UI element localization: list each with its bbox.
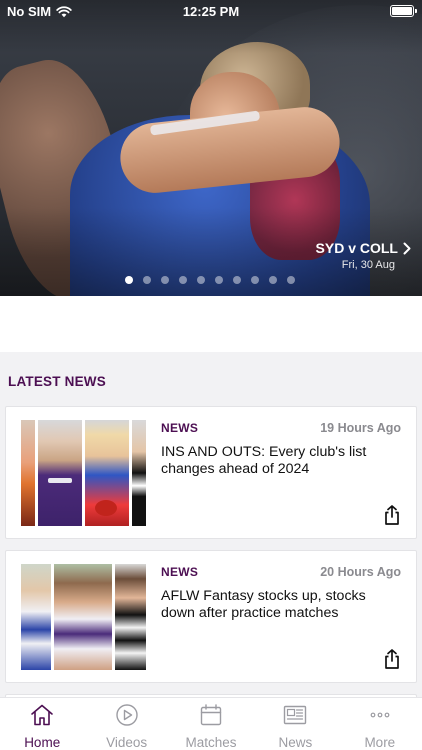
carousel-dot[interactable] xyxy=(287,276,295,284)
tab-home[interactable]: Home xyxy=(0,698,84,750)
battery-icon xyxy=(390,5,417,17)
play-icon xyxy=(115,704,138,726)
article-thumbnail xyxy=(21,420,146,526)
tab-label: Matches xyxy=(185,735,237,750)
tab-more[interactable]: More xyxy=(338,698,422,750)
tab-label: Videos xyxy=(106,735,148,750)
carousel-dot[interactable] xyxy=(233,276,241,284)
calendar-icon xyxy=(200,704,222,726)
tab-label: News xyxy=(278,735,313,750)
share-icon[interactable] xyxy=(382,504,402,526)
carousel-dot[interactable] xyxy=(179,276,187,284)
newspaper-icon xyxy=(284,705,307,725)
carousel-dot[interactable] xyxy=(197,276,205,284)
section-heading: LATEST NEWS xyxy=(8,374,106,389)
hero-match-link[interactable]: SYD v COLL Fri, 30 Aug xyxy=(316,240,412,271)
hero-carousel[interactable]: SYD v COLL Fri, 30 Aug xyxy=(0,0,422,296)
carousel-dot[interactable] xyxy=(269,276,277,284)
share-icon[interactable] xyxy=(382,648,402,670)
carousel-dot[interactable] xyxy=(251,276,259,284)
latest-news-section: LATEST NEWS NEWS 19 Hours Ago INS AND OU… xyxy=(0,352,422,714)
tab-news[interactable]: News xyxy=(253,698,337,750)
news-card[interactable]: NEWS 19 Hours Ago INS AND OUTS: Every cl… xyxy=(5,406,417,539)
more-icon xyxy=(370,712,390,718)
article-tag: NEWS xyxy=(161,421,199,435)
article-thumbnail xyxy=(21,564,146,670)
hero-match-title: SYD v COLL xyxy=(315,240,398,256)
carousel-page-indicator[interactable] xyxy=(0,276,422,284)
status-bar: No SIM 12:25 PM xyxy=(0,0,422,24)
article-title: AFLW Fantasy stocks up, stocks down afte… xyxy=(161,588,366,621)
tab-label: More xyxy=(364,735,396,750)
tab-label: Home xyxy=(24,735,61,750)
tab-matches[interactable]: Matches xyxy=(169,698,253,750)
article-age: 20 Hours Ago xyxy=(320,565,401,579)
tab-videos[interactable]: Videos xyxy=(84,698,168,750)
status-time: 12:25 PM xyxy=(182,4,240,19)
chevron-right-icon xyxy=(403,242,411,254)
hero-match-date: Fri, 30 Aug xyxy=(341,259,395,271)
article-title: INS AND OUTS: Every club's list changes … xyxy=(161,444,367,477)
article-tag: NEWS xyxy=(161,565,199,579)
carousel-dot[interactable] xyxy=(125,276,133,284)
carousel-dot[interactable] xyxy=(161,276,169,284)
article-age: 19 Hours Ago xyxy=(320,421,401,435)
news-card[interactable]: NEWS 20 Hours Ago AFLW Fantasy stocks up… xyxy=(5,550,417,683)
carousel-dot[interactable] xyxy=(143,276,151,284)
spacer-band xyxy=(0,296,422,352)
home-icon xyxy=(31,704,54,726)
tab-bar: Home Videos Matches News More xyxy=(0,697,422,750)
carousel-dot[interactable] xyxy=(215,276,223,284)
